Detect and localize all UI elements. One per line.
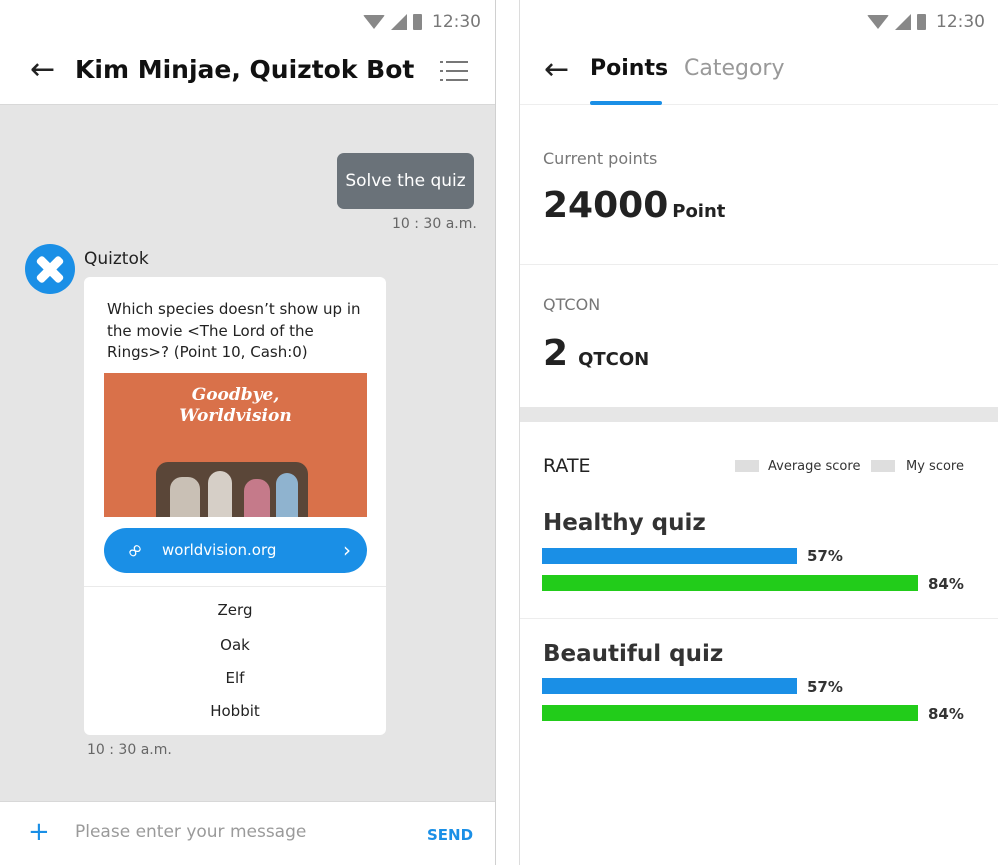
divider: [84, 586, 386, 587]
wifi-icon: [867, 15, 889, 29]
divider: [520, 264, 998, 265]
crowd-detail: [276, 473, 298, 517]
quiz-name: Beautiful quiz: [543, 641, 724, 667]
average-score-bar: [542, 678, 797, 694]
points-header: 12:30 ← Points Category: [520, 0, 998, 105]
legend-swatch-my: [871, 460, 895, 472]
back-arrow-icon[interactable]: ←: [544, 55, 569, 85]
crowd-detail: [208, 471, 232, 517]
signal-icon: [895, 14, 911, 30]
average-score-percent: 57%: [807, 678, 843, 696]
status-bar: 12:30: [0, 0, 495, 42]
legend-average-score: Average score: [768, 459, 861, 474]
tab-category[interactable]: Category: [684, 56, 785, 81]
quiz-image[interactable]: Goodbye, Worldvision: [104, 373, 367, 517]
chat-header: 12:30 ← Kim Minjae, Quiztok Bot: [0, 0, 495, 105]
qtcon-value: 2 QTCON: [543, 333, 649, 374]
section-separator: [520, 407, 998, 422]
quiz-question: Which species doesn’t show up in the mov…: [107, 300, 361, 361]
points-screen: 12:30 ← Points Category Current points 2…: [519, 0, 998, 865]
incoming-message-time: 10 : 30 a.m.: [87, 742, 172, 758]
legend-my-score: My score: [906, 459, 964, 474]
battery-icon: [917, 14, 926, 30]
tab-points[interactable]: Points: [590, 56, 668, 81]
quiz-card: Which species doesn’t show up in the mov…: [84, 277, 386, 735]
qtcon-unit: QTCON: [578, 349, 650, 370]
active-tab-indicator: [590, 101, 662, 105]
legend-swatch-average: [735, 460, 759, 472]
average-score-percent: 57%: [807, 547, 843, 565]
outgoing-message-text: Solve the quiz: [345, 171, 466, 191]
plus-icon[interactable]: +: [28, 819, 50, 845]
signal-icon: [391, 14, 407, 30]
my-score-percent: 84%: [928, 575, 964, 593]
current-points-unit: Point: [672, 201, 726, 222]
quiz-option[interactable]: Hobbit: [84, 702, 386, 720]
my-score-bar: [542, 575, 918, 591]
chat-screen: 12:30 ← Kim Minjae, Quiztok Bot Solve th…: [0, 0, 496, 865]
message-composer: + SEND: [0, 801, 495, 865]
current-points-label: Current points: [543, 149, 658, 168]
outgoing-message-bubble: Solve the quiz: [337, 153, 474, 209]
sender-name: Quiztok: [84, 249, 149, 269]
crowd-detail: [170, 477, 200, 517]
bot-avatar[interactable]: [25, 244, 75, 294]
average-score-bar: [542, 548, 797, 564]
divider: [520, 618, 998, 619]
menu-icon[interactable]: [440, 61, 468, 88]
battery-icon: [413, 14, 422, 30]
current-points-value: 24000 Point: [543, 185, 725, 226]
link-label: worldvision.org: [162, 541, 277, 559]
my-score-percent: 84%: [928, 705, 964, 723]
outgoing-message-time: 10 : 30 a.m.: [392, 216, 477, 232]
quiz-image-caption: Goodbye, Worldvision: [104, 385, 367, 427]
quiz-option[interactable]: Oak: [84, 636, 386, 654]
quiz-image-caption-line-1: Goodbye,: [191, 385, 280, 405]
chevron-right-icon: ›: [343, 538, 351, 562]
qtcon-number: 2: [543, 333, 569, 374]
rate-label: RATE: [543, 455, 591, 477]
status-bar: 12:30: [520, 0, 998, 42]
link-icon: ∞: [119, 535, 149, 565]
current-points-number: 24000: [543, 185, 669, 226]
link-button[interactable]: ∞ worldvision.org ›: [104, 528, 367, 573]
status-time: 12:30: [936, 12, 985, 32]
crowd-detail: [244, 479, 270, 517]
message-input[interactable]: [75, 822, 385, 842]
chat-title: Kim Minjae, Quiztok Bot: [75, 55, 415, 84]
my-score-bar: [542, 705, 918, 721]
quiz-image-caption-line-2: Worldvision: [179, 406, 292, 426]
quiz-option[interactable]: Elf: [84, 669, 386, 687]
wifi-icon: [363, 15, 385, 29]
quiz-option[interactable]: Zerg: [84, 601, 386, 619]
status-time: 12:30: [432, 12, 481, 32]
quiz-name: Healthy quiz: [543, 510, 706, 536]
back-arrow-icon[interactable]: ←: [30, 55, 55, 85]
qtcon-label: QTCON: [543, 295, 601, 314]
send-button[interactable]: SEND: [427, 826, 473, 844]
